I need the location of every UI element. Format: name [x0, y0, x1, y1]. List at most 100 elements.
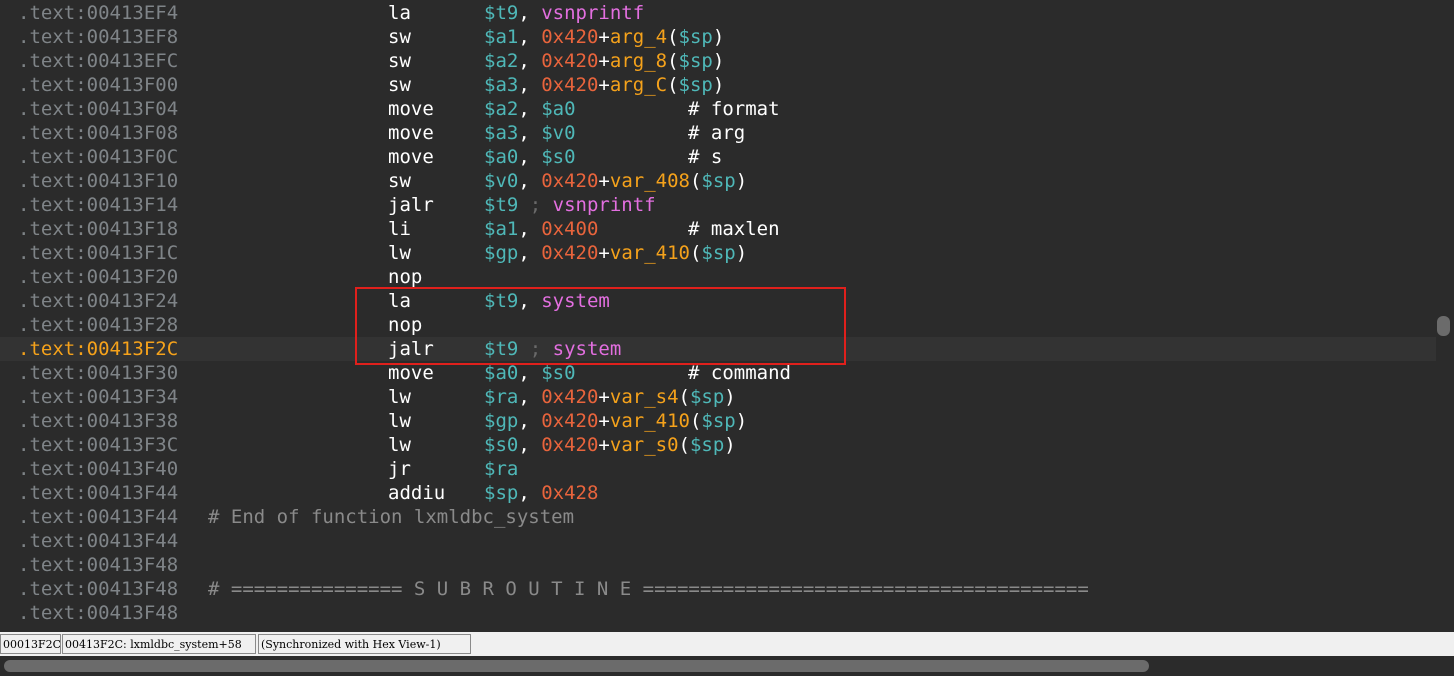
disasm-line[interactable]: .text:00413F04 move $a2, $a0 # format	[0, 97, 1436, 121]
immediate-operand[interactable]: 0x420	[541, 50, 598, 72]
variable-operand[interactable]: var_410	[610, 410, 690, 432]
register-operand[interactable]: $a1	[484, 218, 518, 240]
disasm-line[interactable]: .text:00413F10 sw $v0, 0x420+var_408($sp)	[0, 169, 1436, 193]
line-address[interactable]: .text:00413F28	[18, 313, 178, 337]
register-operand[interactable]: $t9	[484, 2, 518, 24]
variable-operand[interactable]: var_410	[610, 242, 690, 264]
horizontal-scrollbar-thumb[interactable]	[4, 660, 1149, 672]
horizontal-scrollbar[interactable]	[0, 656, 1454, 676]
mnemonic[interactable]: jalr	[388, 337, 434, 361]
operands[interactable]: $ra, 0x420+var_s4($sp)	[484, 385, 736, 409]
line-address[interactable]: .text:00413F08	[18, 121, 178, 145]
line-address[interactable]: .text:00413F14	[18, 193, 178, 217]
operands[interactable]: $ra	[484, 457, 518, 481]
line-address[interactable]: .text:00413F34	[18, 385, 178, 409]
operands[interactable]: $t9 ; vsnprintf	[484, 193, 656, 217]
register-operand[interactable]: $sp	[690, 386, 724, 408]
line-address[interactable]: .text:00413F48	[18, 553, 178, 577]
line-address[interactable]: .text:00413F44	[18, 481, 178, 505]
mnemonic[interactable]: li	[388, 217, 411, 241]
register-operand[interactable]: $ra	[484, 386, 518, 408]
mnemonic[interactable]: nop	[388, 313, 422, 337]
operands[interactable]: $a3, $v0	[484, 121, 576, 145]
line-address[interactable]: .text:00413F10	[18, 169, 178, 193]
mnemonic[interactable]: la	[388, 289, 411, 313]
disasm-line[interactable]: .text:00413F18 li $a1, 0x400 # maxlen	[0, 217, 1436, 241]
mnemonic[interactable]: addiu	[388, 481, 445, 505]
disasm-line[interactable]: .text:00413F08 move $a3, $v0 # arg	[0, 121, 1436, 145]
register-operand[interactable]: $v0	[484, 170, 518, 192]
disasm-line[interactable]: .text:00413F28 nop	[0, 313, 1436, 337]
register-operand[interactable]: $s0	[484, 434, 518, 456]
register-operand[interactable]: $v0	[541, 122, 575, 144]
register-operand[interactable]: $s0	[541, 362, 575, 384]
line-address[interactable]: .text:00413F00	[18, 73, 178, 97]
operands[interactable]: $v0, 0x420+var_408($sp)	[484, 169, 747, 193]
operands[interactable]: $a1, 0x400	[484, 217, 598, 241]
operands[interactable]: $sp, 0x428	[484, 481, 598, 505]
register-operand[interactable]: $t9	[484, 338, 518, 360]
disasm-line[interactable]: .text:00413F14 jalr $t9 ; vsnprintf	[0, 193, 1436, 217]
register-operand[interactable]: $sp	[701, 170, 735, 192]
symbol-operand[interactable]: system	[553, 338, 622, 360]
immediate-operand[interactable]: 0x420	[541, 242, 598, 264]
register-operand[interactable]: $a3	[484, 122, 518, 144]
register-operand[interactable]: $a2	[484, 98, 518, 120]
mnemonic[interactable]: lw	[388, 241, 411, 265]
disasm-line[interactable]: .text:00413F24 la $t9, system	[0, 289, 1436, 313]
operands[interactable]: $a3, 0x420+arg_C($sp)	[484, 73, 724, 97]
register-operand[interactable]: $a1	[484, 26, 518, 48]
register-operand[interactable]: $ra	[484, 458, 518, 480]
line-address[interactable]: .text:00413F24	[18, 289, 178, 313]
operands[interactable]: $a1, 0x420+arg_4($sp)	[484, 25, 724, 49]
register-operand[interactable]: $t9	[484, 290, 518, 312]
variable-operand[interactable]: arg_4	[610, 26, 667, 48]
operands[interactable]: $t9, vsnprintf	[484, 1, 644, 25]
immediate-operand[interactable]: 0x420	[541, 74, 598, 96]
variable-operand[interactable]: var_s0	[610, 434, 679, 456]
disasm-line[interactable]: .text:00413F40 jr $ra	[0, 457, 1436, 481]
line-address[interactable]: .text:00413EF8	[18, 25, 178, 49]
mnemonic[interactable]: sw	[388, 49, 411, 73]
mnemonic[interactable]: jr	[388, 457, 411, 481]
line-address[interactable]: .text:00413F44	[18, 529, 178, 553]
disasm-line[interactable]: .text:00413F38 lw $gp, 0x420+var_410($sp)	[0, 409, 1436, 433]
mnemonic[interactable]: la	[388, 1, 411, 25]
register-operand[interactable]: $a2	[484, 50, 518, 72]
line-address[interactable]: .text:00413F20	[18, 265, 178, 289]
line-address[interactable]: .text:00413F44	[18, 505, 178, 529]
operands[interactable]: $a0, $s0	[484, 361, 576, 385]
disasm-line[interactable]: .text:00413F48	[0, 601, 1436, 625]
immediate-operand[interactable]: 0x420	[541, 434, 598, 456]
variable-operand[interactable]: var_408	[610, 170, 690, 192]
operands[interactable]: $s0, 0x420+var_s0($sp)	[484, 433, 736, 457]
operands[interactable]: $a0, $s0	[484, 145, 576, 169]
immediate-operand[interactable]: 0x420	[541, 26, 598, 48]
line-address[interactable]: .text:00413EF4	[18, 1, 178, 25]
immediate-operand[interactable]: 0x420	[541, 386, 598, 408]
register-operand[interactable]: $sp	[701, 410, 735, 432]
immediate-operand[interactable]: 0x420	[541, 410, 598, 432]
variable-operand[interactable]: arg_8	[610, 50, 667, 72]
disasm-line[interactable]: .text:00413F3C lw $s0, 0x420+var_s0($sp)	[0, 433, 1436, 457]
line-address[interactable]: .text:00413F48	[18, 601, 178, 625]
operands[interactable]: $gp, 0x420+var_410($sp)	[484, 241, 747, 265]
register-operand[interactable]: $a0	[541, 98, 575, 120]
mnemonic[interactable]: nop	[388, 265, 422, 289]
line-address[interactable]: .text:00413F04	[18, 97, 178, 121]
disasm-line[interactable]: .text:00413F00 sw $a3, 0x420+arg_C($sp)	[0, 73, 1436, 97]
disasm-line[interactable]: .text:00413F48	[0, 553, 1436, 577]
mnemonic[interactable]: sw	[388, 169, 411, 193]
disasm-line[interactable]: .text:00413F30 move $a0, $s0 # command	[0, 361, 1436, 385]
register-operand[interactable]: $sp	[701, 242, 735, 264]
disasm-line[interactable]: .text:00413F44	[0, 529, 1436, 553]
vertical-scrollbar-thumb[interactable]	[1437, 316, 1450, 336]
line-address[interactable]: .text:00413F40	[18, 457, 178, 481]
mnemonic[interactable]: move	[388, 97, 434, 121]
register-operand[interactable]: $a0	[484, 146, 518, 168]
register-operand[interactable]: $sp	[679, 26, 713, 48]
disasm-line[interactable]: .text:00413EFC sw $a2, 0x420+arg_8($sp)	[0, 49, 1436, 73]
operands[interactable]: $t9 ; system	[484, 337, 621, 361]
immediate-operand[interactable]: 0x420	[541, 170, 598, 192]
register-operand[interactable]: $s0	[541, 146, 575, 168]
